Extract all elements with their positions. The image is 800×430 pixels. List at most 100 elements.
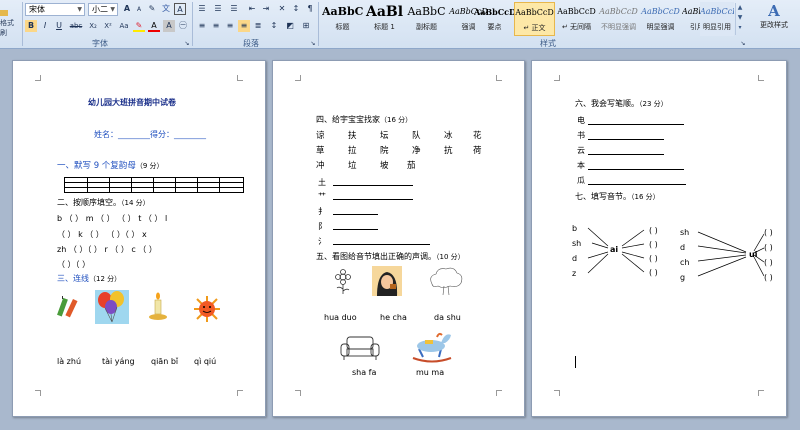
numbering-icon[interactable]: ☰ bbox=[212, 3, 224, 15]
shrink-font-button[interactable]: A bbox=[133, 4, 145, 16]
style-intense-quote[interactable]: AaBbCcD 明显引用 bbox=[700, 2, 734, 36]
show-marks-icon[interactable]: ¶ bbox=[304, 3, 316, 15]
blank-paren[interactable]: ( ) bbox=[649, 268, 658, 277]
sequence-row-4[interactable]: （ ）（ ） bbox=[57, 259, 90, 270]
initial-sh-2[interactable]: sh bbox=[680, 228, 689, 237]
stroke-char-dian[interactable]: 电 bbox=[577, 115, 585, 126]
superscript-button[interactable]: X² bbox=[101, 20, 115, 32]
blank-paren[interactable]: ( ) bbox=[764, 228, 773, 237]
initial-sh[interactable]: sh bbox=[572, 239, 581, 248]
char-border-icon[interactable]: A bbox=[174, 3, 186, 15]
style-heading-1[interactable]: AaBl 标题 1 bbox=[364, 2, 405, 36]
stroke-char-shu[interactable]: 书 bbox=[577, 130, 585, 141]
highlight-icon[interactable]: ✎ bbox=[133, 20, 145, 32]
initial-b[interactable]: b bbox=[572, 224, 577, 233]
initial-d-2[interactable]: d bbox=[680, 243, 685, 252]
style-normal[interactable]: AaBbCcD ↵ 正文 bbox=[514, 2, 555, 36]
style-intense-emphasis[interactable]: AaBbCcD 明显强调 bbox=[640, 2, 681, 36]
styles-gallery-scroll[interactable]: ▲ ▼ ▾ bbox=[735, 3, 744, 35]
italic-button[interactable]: I bbox=[39, 20, 51, 32]
section-7-heading[interactable]: 七、填写音节。（16 分） bbox=[575, 191, 660, 202]
increase-indent-icon[interactable]: ⇥ bbox=[260, 3, 272, 15]
align-left-icon[interactable]: ≡ bbox=[196, 20, 208, 32]
radical-shou[interactable]: 扌 bbox=[318, 206, 326, 217]
pinyin-qiqiu[interactable]: qì qiú bbox=[194, 357, 216, 366]
syllable-shafa[interactable]: sha fa bbox=[352, 368, 376, 377]
syllable-dashu[interactable]: da shu bbox=[434, 313, 461, 322]
enclosed-char-icon[interactable]: ㊀ bbox=[177, 20, 189, 32]
styles-dialog-launcher-icon[interactable]: ↘ bbox=[737, 38, 749, 50]
font-name-select[interactable]: 宋体 ▼ bbox=[25, 3, 85, 16]
grow-font-button[interactable]: A bbox=[121, 3, 133, 15]
strikethrough-button[interactable]: abc bbox=[68, 20, 84, 32]
section-1-heading[interactable]: 一、默写 9 个复韵母（9 分） bbox=[57, 159, 164, 171]
blank-paren[interactable]: ( ) bbox=[649, 254, 658, 263]
format-painter-button[interactable]: 格式刷 bbox=[0, 10, 20, 38]
sequence-row-2[interactable]: （ ） k （ ） （ ）（ ） x bbox=[57, 229, 147, 240]
initial-g[interactable]: g bbox=[680, 273, 685, 282]
syllable-muma[interactable]: mu ma bbox=[416, 368, 444, 377]
blank-paren[interactable]: ( ) bbox=[764, 273, 773, 282]
align-center-icon[interactable]: ≡ bbox=[210, 20, 222, 32]
stroke-char-ben[interactable]: 本 bbox=[577, 160, 585, 171]
borders-icon[interactable]: ⊞ bbox=[300, 20, 312, 32]
blank-paren[interactable]: ( ) bbox=[764, 243, 773, 252]
chinese-layout-icon[interactable]: ✕ bbox=[276, 3, 288, 15]
section-3-heading[interactable]: 三、连线（12 分） bbox=[57, 273, 121, 284]
change-styles-button[interactable]: A 更改样式 bbox=[748, 2, 800, 30]
style-title[interactable]: AaBbC 标题 bbox=[322, 2, 363, 36]
blank-paren[interactable]: ( ) bbox=[649, 226, 658, 235]
change-case-button[interactable]: Aa bbox=[117, 20, 131, 32]
pinyin-lazhu[interactable]: là zhú bbox=[57, 357, 81, 366]
sequence-row-3[interactable]: zh （ ）（ ） r （ ） c （ ） bbox=[57, 244, 157, 255]
name-score-line[interactable]: 姓名：________得分：________ bbox=[94, 129, 206, 140]
initial-ch[interactable]: ch bbox=[680, 258, 689, 267]
style-strong[interactable]: AaBbCcD 要点 bbox=[474, 2, 515, 36]
chevron-down-icon[interactable]: ▼ bbox=[736, 13, 744, 23]
decrease-indent-icon[interactable]: ⇤ bbox=[246, 3, 258, 15]
font-color-button[interactable]: A bbox=[148, 20, 160, 32]
underline-button[interactable]: U bbox=[53, 20, 65, 32]
align-right-icon[interactable]: ≡ bbox=[224, 20, 236, 32]
initial-z[interactable]: z bbox=[572, 269, 576, 278]
radical-fu[interactable]: 阝 bbox=[318, 221, 326, 232]
four-line-grid[interactable] bbox=[64, 177, 244, 193]
style-no-spacing[interactable]: AaBbCcD ↵ 无间隔 bbox=[556, 2, 597, 36]
exam-title[interactable]: 幼儿园大班拼音期中试卷 bbox=[88, 97, 176, 108]
blank-paren[interactable]: ( ) bbox=[649, 240, 658, 249]
style-subtitle[interactable]: AaBbC 副标题 bbox=[406, 2, 447, 36]
more-icon[interactable]: ▾ bbox=[736, 23, 744, 33]
justify-icon[interactable]: ≡ bbox=[238, 20, 250, 32]
char-shading-button[interactable]: A bbox=[163, 20, 175, 32]
bullets-icon[interactable]: ☰ bbox=[196, 3, 208, 15]
multilevel-list-icon[interactable]: ☰ bbox=[228, 3, 240, 15]
grid-line bbox=[131, 178, 132, 192]
subscript-button[interactable]: X₂ bbox=[86, 20, 100, 32]
initial-d[interactable]: d bbox=[572, 254, 577, 263]
section-6-heading[interactable]: 六、我会写笔顺。（23 分） bbox=[575, 98, 668, 109]
stroke-char-yun[interactable]: 云 bbox=[577, 145, 585, 156]
radical-tu[interactable]: 土 bbox=[318, 177, 326, 188]
section-4-heading[interactable]: 四、给宇宝宝找家（16 分） bbox=[316, 114, 412, 125]
distributed-icon[interactable]: ≣ bbox=[252, 20, 264, 32]
blank-paren[interactable]: ( ) bbox=[764, 258, 773, 267]
radical-cao[interactable]: 艹 bbox=[318, 191, 326, 202]
clear-format-icon[interactable]: ✎ bbox=[146, 3, 158, 15]
radical-shui[interactable]: 氵 bbox=[318, 236, 326, 247]
line-spacing-icon[interactable]: ↕ bbox=[268, 20, 280, 32]
pinyin-taiyang[interactable]: tài yáng bbox=[102, 357, 135, 366]
pinyin-qianbi[interactable]: qiān bǐ bbox=[151, 357, 178, 366]
shading-icon[interactable]: ◩ bbox=[284, 20, 296, 32]
style-subtle-emphasis[interactable]: AaBbCcD 不明显强调 bbox=[598, 2, 639, 36]
stroke-char-gua[interactable]: 瓜 bbox=[577, 175, 585, 186]
syllable-huaduo[interactable]: hua duo bbox=[324, 313, 357, 322]
phonetic-guide-icon[interactable]: 文 bbox=[160, 3, 172, 15]
syllable-hecha[interactable]: he cha bbox=[380, 313, 407, 322]
chevron-up-icon[interactable]: ▲ bbox=[736, 3, 744, 13]
sequence-row-1[interactable]: b （ ） m （ ） （ ） t （ ） l bbox=[57, 213, 167, 224]
section-2-heading[interactable]: 二、按顺序填空。（14 分） bbox=[57, 197, 150, 208]
sort-icon[interactable]: ↕ bbox=[290, 3, 302, 15]
section-5-heading[interactable]: 五、看图给音节填出正确的声调。（10 分） bbox=[316, 251, 465, 262]
font-size-select[interactable]: 小二 ▼ bbox=[88, 3, 118, 16]
bold-button[interactable]: B bbox=[25, 20, 37, 32]
